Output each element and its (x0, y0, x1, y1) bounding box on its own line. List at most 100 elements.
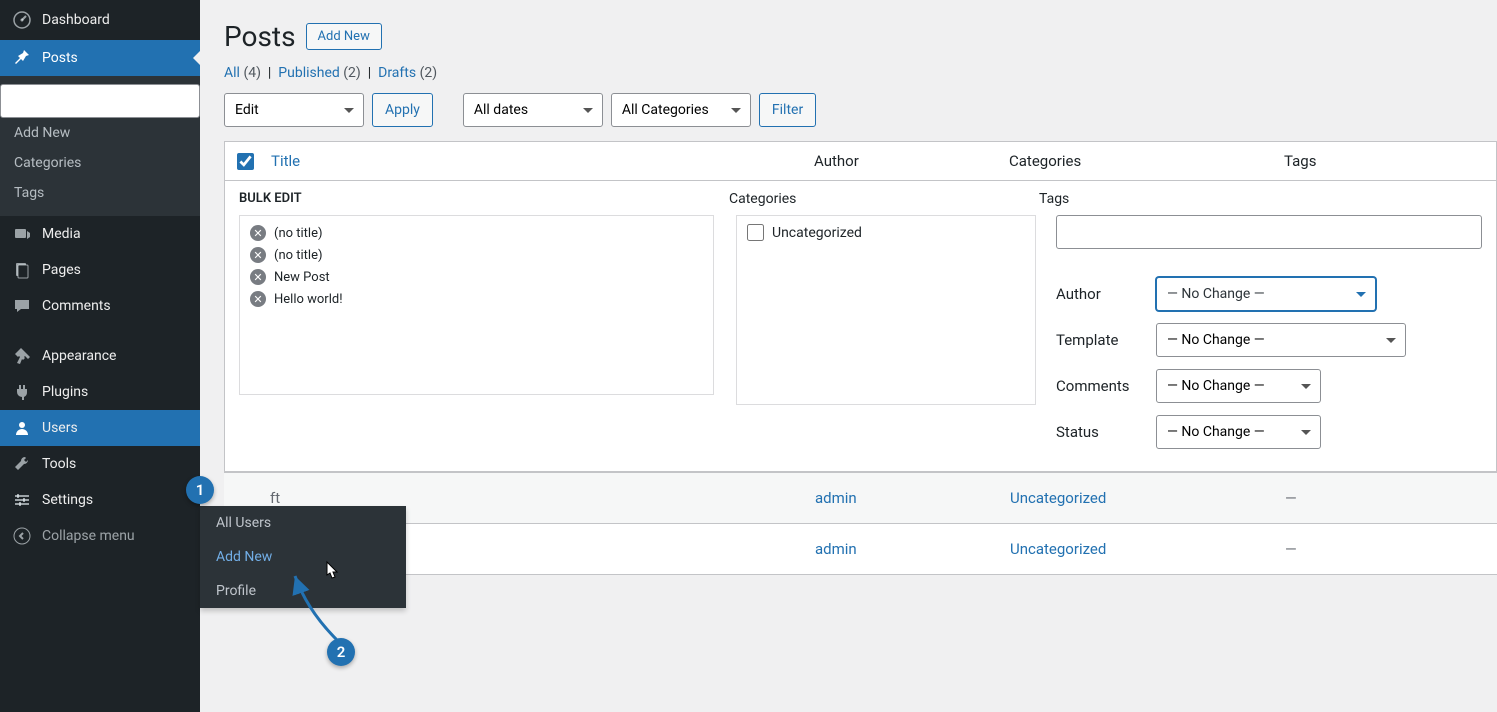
sidebar-label-tools: Tools (42, 456, 76, 472)
bulk-author-select[interactable]: — No Change — (1156, 277, 1376, 311)
filter-all-link[interactable]: All (224, 65, 240, 81)
sidebar-item-plugins[interactable]: Plugins (0, 374, 200, 410)
bulk-status-row: Status — No Change — (1056, 415, 1482, 449)
sidebar-label-dashboard: Dashboard (42, 12, 110, 28)
col-title[interactable]: Title (271, 152, 300, 170)
main-content: Posts Add New All (4) | Published (2) | … (200, 0, 1497, 575)
bulk-action-select[interactable]: Edit (224, 93, 364, 127)
bulk-posts-list[interactable]: ✕(no title) ✕(no title) ✕New Post ✕Hello… (239, 215, 714, 395)
tools-icon (12, 454, 32, 474)
remove-post-icon[interactable]: ✕ (250, 225, 266, 241)
sidebar-label-collapse: Collapse menu (42, 528, 135, 544)
users-icon (12, 418, 32, 438)
table-header-row: Title Author Categories Tags (225, 142, 1496, 181)
category-checkbox[interactable] (747, 224, 764, 241)
flyout-profile[interactable]: Profile (200, 574, 406, 608)
sidebar-label-users: Users (42, 420, 78, 436)
sidebar-sub-categories[interactable]: Categories (0, 148, 200, 178)
flyout-all-users[interactable]: All Users (200, 506, 406, 540)
row-author-link[interactable]: admin (815, 489, 857, 507)
admin-sidebar: Dashboard Posts All Posts Add New Catego… (0, 0, 200, 712)
media-icon (12, 224, 32, 244)
pin-icon (12, 48, 32, 68)
bulk-edit-heading: BULK EDIT (239, 191, 729, 207)
sidebar-sub-all-posts[interactable]: All Posts (0, 84, 200, 118)
bulk-post-item: ✕New Post (246, 266, 707, 288)
bulk-edit-panel: BULK EDIT Categories Tags ✕(no title) ✕(… (225, 181, 1496, 471)
sidebar-label-settings: Settings (42, 492, 93, 508)
remove-post-icon[interactable]: ✕ (250, 247, 266, 263)
flyout-add-new-user[interactable]: Add New (200, 540, 406, 574)
annotation-badge-2: 2 (327, 638, 355, 666)
table-row: (no t — Draft admin Uncategorized — (224, 524, 1497, 575)
col-categories: Categories (1009, 152, 1284, 170)
filter-published-link[interactable]: Published (278, 65, 339, 81)
row-author-link[interactable]: admin (815, 540, 857, 558)
category-filter-select[interactable]: All Categories (611, 93, 751, 127)
add-new-post-button[interactable]: Add New (306, 23, 382, 50)
row-category-link[interactable]: Uncategorized (1010, 489, 1106, 507)
sidebar-item-appearance[interactable]: Appearance (0, 338, 200, 374)
bulk-categories-box[interactable]: Uncategorized (736, 215, 1036, 405)
sidebar-sub-posts: All Posts Add New Categories Tags (0, 76, 200, 216)
sidebar-sub-add-new[interactable]: Add New (0, 118, 200, 148)
sidebar-label-plugins: Plugins (42, 384, 88, 400)
sidebar-label-pages: Pages (42, 262, 81, 278)
sidebar-item-comments[interactable]: Comments (0, 288, 200, 324)
category-option[interactable]: Uncategorized (747, 224, 1025, 241)
filter-button[interactable]: Filter (759, 93, 816, 127)
remove-post-icon[interactable]: ✕ (250, 269, 266, 285)
sidebar-item-media[interactable]: Media (0, 216, 200, 252)
filter-published-count: (2) (343, 65, 361, 81)
bulk-post-item: ✕Hello world! (246, 288, 707, 310)
bulk-comments-select[interactable]: — No Change — (1156, 369, 1321, 403)
bulk-status-select[interactable]: — No Change — (1156, 415, 1321, 449)
bulk-right-column: Author — No Change — Template — No Chang… (1056, 215, 1482, 461)
date-filter-select[interactable]: All dates (463, 93, 603, 127)
bulk-template-select[interactable]: — No Change — (1156, 323, 1406, 357)
apply-button[interactable]: Apply (372, 93, 433, 127)
comments-icon (12, 296, 32, 316)
bulk-status-label: Status (1056, 423, 1156, 441)
sidebar-label-comments: Comments (42, 298, 111, 314)
sidebar-item-collapse[interactable]: Collapse menu (0, 518, 200, 554)
filter-drafts-count: (2) (420, 65, 438, 81)
select-all-checkbox[interactable] (237, 153, 254, 170)
sidebar-label-appearance: Appearance (42, 348, 116, 364)
sidebar-item-tools[interactable]: Tools (0, 446, 200, 482)
col-author: Author (814, 152, 1009, 170)
posts-table: Title Author Categories Tags BULK EDIT C… (224, 141, 1497, 472)
bulk-author-row: Author — No Change — (1056, 277, 1482, 311)
sidebar-label-media: Media (42, 226, 81, 242)
post-status-filter: All (4) | Published (2) | Drafts (2) (200, 65, 1497, 93)
sidebar-item-posts[interactable]: Posts (0, 40, 200, 76)
sidebar-item-dashboard[interactable]: Dashboard (0, 0, 200, 40)
table-row: ft admin Uncategorized — (224, 472, 1497, 524)
post-rows: ft admin Uncategorized — (no t — Draft a… (224, 472, 1497, 575)
remove-post-icon[interactable]: ✕ (250, 291, 266, 307)
sidebar-item-pages[interactable]: Pages (0, 252, 200, 288)
bulk-edit-header: BULK EDIT Categories Tags (239, 191, 1482, 207)
users-flyout: All Users Add New Profile (200, 506, 406, 608)
sidebar-item-settings[interactable]: Settings (0, 482, 200, 518)
sidebar-sub-tags[interactable]: Tags (0, 178, 200, 208)
bulk-tags-input[interactable] (1056, 215, 1482, 249)
appearance-icon (12, 346, 32, 366)
filter-drafts-link[interactable]: Drafts (378, 65, 416, 81)
sidebar-item-users[interactable]: Users (0, 410, 200, 446)
bulk-author-label: Author (1056, 285, 1156, 303)
annotation-badge-1: 1 (186, 476, 214, 504)
bulk-tags-heading: Tags (1039, 191, 1069, 207)
col-tags: Tags (1284, 152, 1484, 170)
filter-bar: Edit Apply All dates All Categories Filt… (200, 93, 1497, 141)
collapse-icon (12, 526, 32, 546)
bulk-template-row: Template — No Change — (1056, 323, 1482, 357)
plugins-icon (12, 382, 32, 402)
bulk-comments-row: Comments — No Change — (1056, 369, 1482, 403)
bulk-comments-label: Comments (1056, 377, 1156, 395)
dashboard-icon (12, 10, 32, 30)
filter-all-count: (4) (243, 65, 261, 81)
page-title: Posts (224, 20, 296, 53)
bulk-post-item: ✕(no title) (246, 222, 707, 244)
row-category-link[interactable]: Uncategorized (1010, 540, 1106, 558)
